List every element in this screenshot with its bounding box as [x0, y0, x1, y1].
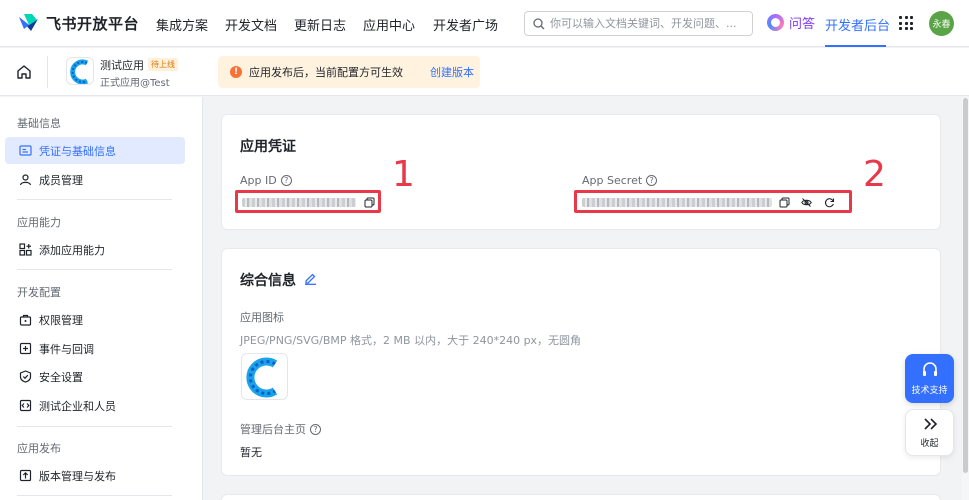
collapse-button[interactable]: 收起: [905, 409, 954, 456]
nav-item-docs[interactable]: 开发文档: [225, 15, 277, 34]
brand-logo[interactable]: 飞书开放平台: [16, 12, 139, 34]
brand-name: 飞书开放平台: [46, 14, 140, 33]
edit-icon[interactable]: [304, 272, 317, 285]
dev-console-link[interactable]: 开发者后台: [825, 15, 890, 34]
sidebar-item-permissions[interactable]: 权限管理: [5, 306, 185, 333]
homepage-label: 管理后台主页 ?: [240, 421, 321, 437]
id-card-icon: [19, 145, 32, 156]
feishu-logo-icon: [19, 14, 38, 31]
add-app-icon: [19, 243, 32, 256]
collapse-label: 收起: [920, 438, 939, 449]
app-secret-value-redacted: [582, 198, 772, 207]
qa-label: 问答: [789, 17, 816, 32]
upload-icon: [19, 469, 32, 482]
copy-icon[interactable]: [364, 197, 375, 208]
sidebar-item-label: 添加应用能力: [39, 243, 105, 257]
app-icon-label: 应用图标: [240, 311, 284, 324]
app-subtitle: 正式应用@Test: [100, 78, 170, 89]
sidebar-item-label: 测试企业和人员: [39, 399, 116, 413]
lock-icon: [19, 314, 32, 326]
sidebar-item-label: 权限管理: [39, 313, 83, 327]
shield-icon: [19, 370, 32, 383]
sidebar-item-credentials[interactable]: 凭证与基础信息: [5, 137, 185, 164]
user-icon: [19, 174, 32, 186]
divider: [17, 495, 172, 496]
sidebar-item-security[interactable]: 安全设置: [5, 363, 185, 390]
app-logo-icon: [66, 57, 94, 85]
double-chevron-right-icon: [923, 417, 937, 430]
app-secret-label: App Secret ?: [582, 174, 658, 187]
search-box[interactable]: [524, 11, 753, 36]
annotation-number-2: 2: [863, 154, 886, 195]
qa-icon: [767, 14, 784, 31]
credentials-title: 应用凭证: [240, 139, 296, 155]
nav-item-solutions[interactable]: 集成方案: [156, 15, 208, 34]
divider: [47, 56, 48, 88]
sidebar-item-label: 成员管理: [39, 173, 83, 187]
sidebar-item-events[interactable]: 事件与回调: [5, 335, 185, 362]
publish-notice: ! 应用发布后，当前配置方可生效 创建版本: [218, 56, 480, 88]
sidebar-section-basic: 基础信息: [17, 117, 61, 130]
sidebar-section-capabilities: 应用能力: [17, 216, 61, 229]
homepage-value: 暂无: [240, 446, 262, 459]
tech-support-button[interactable]: 技术支持: [905, 354, 954, 403]
help-icon[interactable]: ?: [280, 175, 292, 186]
nav-item-dev-plaza[interactable]: 开发者广场: [433, 15, 498, 34]
app-bar: 测试应用 待上线 正式应用@Test ! 应用发布后，当前配置方可生效 创建版本: [0, 48, 969, 96]
notice-text: 应用发布后，当前配置方可生效: [249, 66, 403, 79]
top-nav: 飞书开放平台 集成方案 开发文档 更新日志 应用中心 开发者广场 问答 开发者后…: [0, 0, 969, 47]
code-icon: [19, 399, 32, 412]
status-badge: 待上线: [148, 58, 178, 71]
nav-item-changelog[interactable]: 更新日志: [294, 15, 346, 34]
active-tab-indicator: [825, 45, 886, 47]
search-icon: [533, 17, 545, 29]
help-icon[interactable]: ?: [646, 175, 658, 186]
sidebar-item-add-capability[interactable]: 添加应用能力: [5, 236, 185, 263]
app-id-value-redacted: [242, 198, 356, 207]
divider: [17, 426, 172, 427]
home-icon[interactable]: [16, 64, 32, 80]
sidebar-item-versions[interactable]: 版本管理与发布: [5, 462, 185, 489]
help-icon[interactable]: ?: [310, 423, 321, 435]
sidebar-section-release: 应用发布: [17, 442, 61, 455]
copy-icon[interactable]: [779, 197, 790, 208]
sidebar-item-members[interactable]: 成员管理: [5, 166, 185, 193]
next-card: [221, 494, 941, 500]
app-name: 测试应用: [100, 59, 144, 72]
scrollbar-thumb[interactable]: [963, 98, 968, 473]
warning-icon: !: [230, 66, 242, 78]
sidebar: 基础信息 凭证与基础信息 成员管理 应用能力 添加应用能力 开发配置 权限管理 …: [0, 97, 203, 500]
search-input[interactable]: [550, 17, 740, 30]
sidebar-item-label: 事件与回调: [39, 342, 94, 356]
avatar[interactable]: 永春: [929, 11, 954, 36]
app-icon-hint: JPEG/PNG/SVG/BMP 格式，2 MB 以内，大于 240*240 p…: [240, 334, 582, 347]
sidebar-item-test-tenant[interactable]: 测试企业和人员: [5, 392, 185, 419]
refresh-icon[interactable]: [824, 197, 835, 208]
apps-grid-icon[interactable]: [899, 16, 913, 30]
divider: [17, 199, 172, 200]
app-id-label: App ID ?: [240, 174, 292, 187]
event-icon: [19, 342, 32, 355]
divider: [17, 269, 172, 270]
annotation-number-1: 1: [392, 154, 415, 195]
nav-item-app-center[interactable]: 应用中心: [363, 15, 415, 34]
qa-button[interactable]: 问答: [767, 13, 815, 32]
sidebar-section-dev-config: 开发配置: [17, 286, 61, 299]
sidebar-item-label: 凭证与基础信息: [39, 144, 116, 158]
tech-support-label: 技术支持: [911, 386, 948, 396]
create-version-link[interactable]: 创建版本: [430, 64, 474, 80]
app-icon-preview[interactable]: [241, 353, 288, 400]
sidebar-item-label: 安全设置: [39, 370, 83, 384]
eye-off-icon[interactable]: [801, 197, 812, 208]
general-info-title: 综合信息: [240, 273, 296, 289]
general-info-card: 综合信息 应用图标 JPEG/PNG/SVG/BMP 格式，2 MB 以内，大于…: [221, 248, 941, 476]
headset-icon: [922, 362, 937, 376]
credentials-card: 应用凭证 App ID ? 1 App Secret ? 2: [221, 114, 941, 230]
sidebar-item-label: 版本管理与发布: [39, 469, 116, 483]
